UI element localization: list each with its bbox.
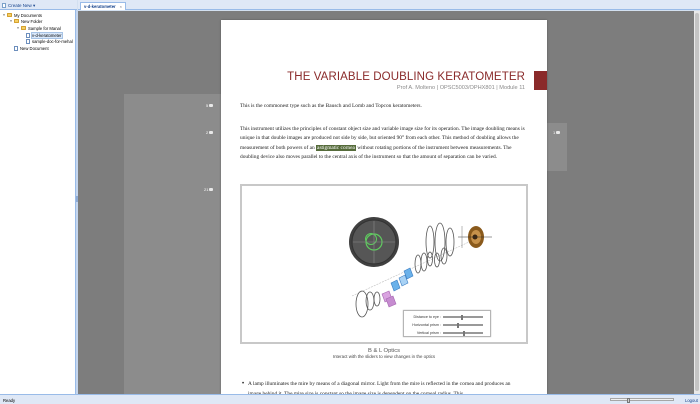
optics-figure: Distance to eye : Horizontal prism : Ver… xyxy=(240,184,528,344)
vertical-prism-slider-row: Vertical prism : xyxy=(406,330,490,337)
tree-item-sample-doc-for-mehal[interactable]: sample-doc-for-mehal xyxy=(26,38,73,44)
status-text: Ready xyxy=(3,398,16,403)
highlighted-text[interactable]: astigmatic cornea xyxy=(316,144,356,151)
tree-item-new-document[interactable]: New Document xyxy=(14,45,49,51)
document-icon xyxy=(14,45,18,51)
close-icon[interactable]: × xyxy=(120,4,122,9)
folder-icon xyxy=(7,13,12,17)
figure-caption: Interact with the sliders to view change… xyxy=(332,354,436,359)
prism-elements xyxy=(381,267,414,308)
slider-thumb[interactable] xyxy=(463,331,465,337)
vertical-scrollbar[interactable] xyxy=(694,11,700,394)
logout-link[interactable]: Logout xyxy=(685,398,698,403)
paragraph: This instrument utilizes the principles … xyxy=(240,125,526,162)
eyepiece-view-icon xyxy=(349,217,399,267)
comment-count-badge[interactable]: 21 xyxy=(204,187,214,192)
tree-item-label: New Folder xyxy=(21,18,43,24)
tree-item-label: My Documents xyxy=(14,12,42,18)
horizontal-prism-slider-row: Horizontal prism : xyxy=(406,322,490,329)
page-title: THE VARIABLE DOUBLING KERATOMETER xyxy=(287,71,525,83)
title-accent-block xyxy=(534,71,547,90)
bullet-paragraph: A lamp illuminates the mire by means of … xyxy=(248,381,511,394)
comment-icon xyxy=(556,131,561,134)
chevron-down-icon[interactable]: ▾ xyxy=(16,26,20,30)
comment-count-badge[interactable]: 1 xyxy=(553,130,561,135)
page-subtitle: Prof A. Molteno | OPSC5003/OPHX801 | Mod… xyxy=(396,85,525,91)
tree-item-label: Sample for Manal xyxy=(28,25,61,31)
paragraph: This is the commonest type such as the B… xyxy=(240,103,422,109)
slider-label: Horizontal prism : xyxy=(412,323,441,327)
folder-icon xyxy=(21,26,26,30)
slider-thumb[interactable] xyxy=(457,323,460,329)
comment-icon xyxy=(209,104,214,107)
tab-v-d-keratometer[interactable]: v-d-keratometer × xyxy=(80,2,126,10)
tab-strip: v-d-keratometer × xyxy=(78,0,700,10)
comment-icon xyxy=(209,188,214,191)
tree-item-sample-for-manal[interactable]: ▾ Sample for Manal xyxy=(16,25,61,31)
distance-to-eye-slider[interactable] xyxy=(443,315,483,321)
tree-item-label: sample-doc-for-mehal xyxy=(32,38,73,44)
vertical-prism-slider[interactable] xyxy=(443,331,483,337)
chevron-down-icon[interactable]: ▾ xyxy=(2,13,6,17)
zoom-slider[interactable] xyxy=(610,397,674,403)
chevron-down-icon[interactable]: ▾ xyxy=(9,19,13,23)
comment-count-badge[interactable]: 2 xyxy=(206,130,214,135)
tree-item-label: v-d-keratometer xyxy=(31,31,63,39)
create-new-label: Create New ▾ xyxy=(8,2,36,8)
horizontal-prism-slider[interactable] xyxy=(443,323,483,329)
folder-icon xyxy=(14,19,19,23)
bullet-icon: • xyxy=(242,381,245,387)
optics-slider-panel: Distance to eye : Horizontal prism : Ver… xyxy=(403,310,491,337)
slider-label: Vertical prism : xyxy=(416,331,441,335)
create-new-button[interactable]: Create New ▾ xyxy=(2,2,35,9)
new-document-icon xyxy=(2,3,6,8)
scrollbar-thumb[interactable] xyxy=(695,13,699,391)
comment-count: 21 xyxy=(204,187,209,192)
comment-count: 5 xyxy=(206,103,209,108)
comment-count-badge[interactable]: 5 xyxy=(206,103,214,108)
document-icon xyxy=(26,38,30,44)
document-icon xyxy=(26,32,30,38)
toolbar: Create New ▾ xyxy=(0,0,77,10)
comment-count: 1 xyxy=(553,130,556,135)
comment-icon xyxy=(209,131,214,134)
tree-item-new-folder[interactable]: ▾ New Folder xyxy=(9,18,42,24)
document-tree-panel: ▾ My Documents ▾ New Folder ▾ Sample for… xyxy=(0,10,76,394)
distance-to-eye-slider-row: Distance to eye : xyxy=(406,314,490,321)
status-bar: Ready Logout xyxy=(0,394,700,404)
tree-item-label: New Document xyxy=(20,45,49,51)
slider-thumb[interactable] xyxy=(461,315,464,321)
comment-count: 2 xyxy=(206,130,209,135)
document-page: THE VARIABLE DOUBLING KERATOMETER Prof A… xyxy=(221,20,547,394)
slider-label: Distance to eye : xyxy=(413,315,441,319)
cornea-eye-icon xyxy=(458,226,492,248)
tab-label: v-d-keratometer xyxy=(84,4,116,9)
slider-thumb[interactable] xyxy=(626,397,630,403)
document-workspace: 5 2 21 1 THE VARIABLE DOUBLING KERATOMET… xyxy=(78,11,700,394)
margin-annotation-panel-left xyxy=(124,94,222,394)
